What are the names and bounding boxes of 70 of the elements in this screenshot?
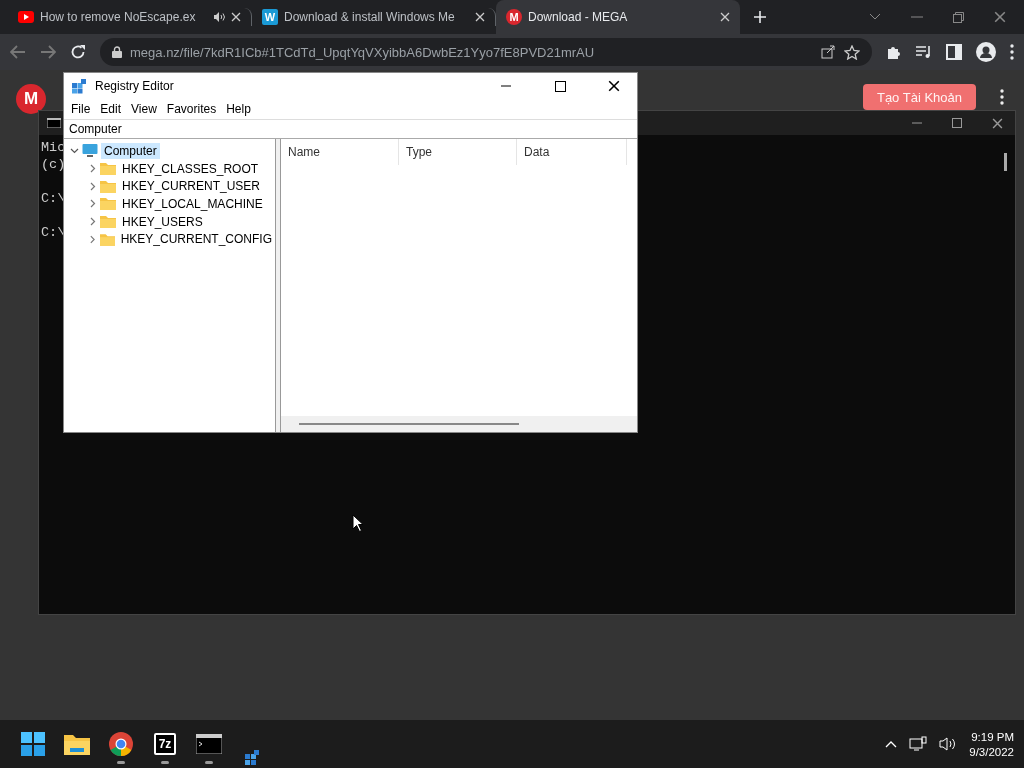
- lock-icon: [112, 46, 122, 58]
- terminal-icon[interactable]: [196, 734, 222, 754]
- clock-time: 9:19 PM: [971, 730, 1014, 743]
- menu-item[interactable]: View: [126, 102, 162, 116]
- folder-icon: [100, 197, 116, 211]
- folder-icon: [100, 179, 116, 193]
- chevron-down-icon[interactable]: [869, 13, 881, 21]
- folder-icon: [100, 162, 116, 176]
- browser-tab[interactable]: W Download & install Windows Me: [252, 8, 496, 26]
- scrollbar-thumb[interactable]: [299, 423, 519, 425]
- tree-item[interactable]: HKEY_CLASSES_ROOT: [119, 160, 262, 177]
- tree-item[interactable]: HKEY_LOCAL_MACHINE: [119, 195, 266, 212]
- more-icon[interactable]: [1010, 44, 1014, 60]
- running-indicator: [161, 761, 169, 764]
- console-line: Mic: [41, 139, 66, 156]
- window-title: Registry Editor: [95, 79, 175, 93]
- folder-icon: [100, 215, 116, 229]
- column-header[interactable]: Name: [281, 139, 399, 165]
- windows-icon[interactable]: [21, 732, 45, 756]
- maximize-icon[interactable]: [952, 118, 962, 128]
- forward-icon[interactable]: [40, 45, 56, 59]
- address-field[interactable]: Computer: [64, 119, 637, 139]
- site-logo[interactable]: M: [16, 84, 46, 114]
- chrome-icon[interactable]: [109, 732, 133, 756]
- folder-icon: [99, 232, 115, 246]
- favicon: W: [262, 9, 278, 25]
- youtube-icon: [18, 11, 34, 23]
- more-icon[interactable]: [1000, 89, 1004, 105]
- scrollbar-thumb[interactable]: [1004, 153, 1007, 171]
- console-line: (c): [41, 156, 66, 173]
- address-bar[interactable]: mega.nz/file/7kdR1ICb#1TCdTd_UpqtYqVXyibbA6DwbEz1Yyo7fE8PVD21mrAU: [100, 38, 872, 66]
- star-icon[interactable]: [844, 44, 860, 60]
- cursor-icon: [352, 514, 364, 532]
- back-icon[interactable]: [10, 45, 26, 59]
- console-icon: [47, 118, 61, 128]
- restore-icon[interactable]: [953, 11, 964, 23]
- browser-tab[interactable]: M Download - MEGA: [496, 0, 740, 34]
- tree-item[interactable]: Computer: [101, 142, 160, 159]
- menu-item[interactable]: File: [66, 102, 96, 116]
- volume-icon[interactable]: [939, 736, 958, 752]
- tree-item[interactable]: HKEY_CURRENT_CONFIG: [117, 231, 275, 248]
- speaker-icon[interactable]: [213, 11, 225, 23]
- close-icon[interactable]: [992, 117, 1003, 129]
- column-header[interactable]: Type: [399, 139, 517, 165]
- network-icon[interactable]: [909, 736, 928, 752]
- reload-icon[interactable]: [70, 44, 86, 60]
- menu-item[interactable]: Edit: [95, 102, 127, 116]
- new-tab-icon[interactable]: [754, 11, 766, 23]
- maximize-icon[interactable]: [554, 80, 566, 92]
- folder-icon[interactable]: [64, 733, 90, 755]
- running-indicator: [117, 761, 125, 764]
- chevron-up-icon[interactable]: [885, 740, 898, 748]
- puzzle-icon[interactable]: [886, 44, 902, 60]
- side-panel-icon[interactable]: [946, 44, 962, 60]
- tree-item[interactable]: HKEY_CURRENT_USER: [119, 178, 264, 195]
- favicon: M: [506, 9, 522, 25]
- playlist-icon[interactable]: [916, 45, 932, 59]
- tree-item[interactable]: HKEY_USERS: [119, 213, 206, 230]
- clock-date: 9/3/2022: [969, 745, 1014, 758]
- monitor-icon: [82, 143, 98, 159]
- column-header[interactable]: Data: [517, 139, 627, 165]
- menu-item[interactable]: Help: [221, 102, 256, 116]
- menu-item[interactable]: Favorites: [161, 102, 222, 116]
- browser-tab[interactable]: How to remove NoEscape.ex: [8, 8, 252, 26]
- close-icon[interactable]: [608, 80, 620, 92]
- registry-icon: [72, 78, 87, 94]
- running-indicator: [205, 761, 213, 764]
- archive-app-icon[interactable]: 7z: [154, 733, 176, 755]
- share-icon[interactable]: [821, 45, 836, 59]
- profile-icon[interactable]: [976, 42, 996, 62]
